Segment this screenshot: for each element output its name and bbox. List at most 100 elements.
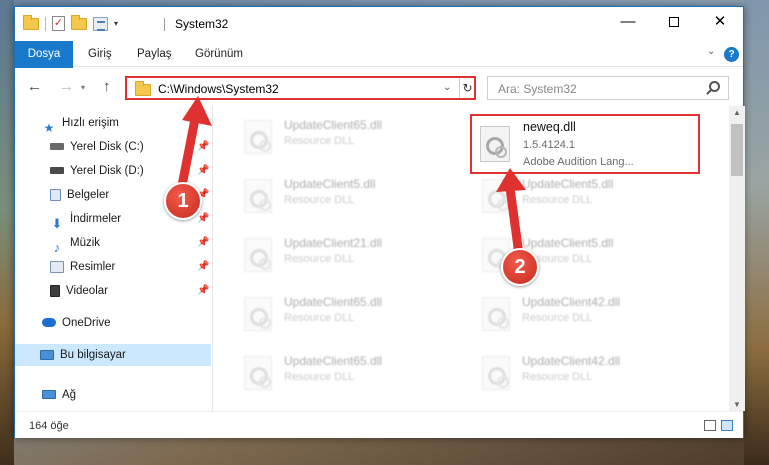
step-2-badge: 2 — [501, 248, 539, 286]
drive-icon — [50, 143, 64, 151]
list-item[interactable]: UpdateClient5.dll Resource DLL — [238, 171, 468, 223]
close-button[interactable]: ✕ — [697, 7, 743, 37]
sidebar-item-music[interactable]: ♪ Müzik — [50, 232, 101, 255]
navigation-pane: ★ Hızlı erişim Yerel Disk (C:) 📌 Yerel Di… — [15, 106, 213, 411]
dll-file-icon — [482, 356, 510, 390]
file-name: UpdateClient21.dll — [284, 236, 383, 250]
toolbar-dropdown-icon[interactable]: ▾ — [114, 19, 118, 28]
ribbon-expand-icon[interactable]: ⌄ — [707, 46, 715, 57]
details-view-icon[interactable] — [704, 420, 716, 431]
pictures-icon — [50, 260, 64, 273]
sidebar-item-onedrive[interactable]: OneDrive — [42, 312, 111, 334]
sidebar-item-label: Belgeler — [67, 189, 110, 201]
sidebar-item-local-disk-c[interactable]: Yerel Disk (C:) — [50, 136, 144, 158]
dll-file-icon — [482, 179, 510, 213]
desktop-background-right — [744, 0, 769, 465]
list-item[interactable]: UpdateClient5.dll Resource DLL — [476, 171, 706, 223]
sidebar-item-label: Bu bilgisayar — [60, 349, 126, 361]
navigation-bar: ← → ▾ ↑ C:\Windows\System32 ⌄ ↻ Ara: Sys… — [15, 68, 743, 106]
list-item[interactable]: UpdateClient65.dll Resource DLL — [238, 348, 468, 400]
recent-locations-icon[interactable]: ▾ — [81, 83, 85, 92]
sidebar-item-pictures[interactable]: Resimler — [50, 256, 115, 278]
music-icon: ♪ — [53, 239, 61, 255]
scroll-up-icon[interactable]: ▲ — [733, 108, 741, 117]
maximize-icon — [669, 17, 679, 28]
sidebar-item-local-disk-d[interactable]: Yerel Disk (D:) — [50, 160, 144, 182]
new-folder-icon[interactable] — [71, 14, 87, 30]
file-name: UpdateClient5.dll — [522, 177, 614, 191]
star-icon: ★ — [43, 120, 55, 135]
help-icon[interactable]: ? — [724, 47, 739, 62]
sidebar-item-label: Müzik — [70, 237, 101, 249]
list-item[interactable]: UpdateClient65.dll Resource DLL — [238, 289, 468, 341]
desktop-background-left — [0, 0, 14, 465]
pin-icon[interactable]: 📌 — [197, 213, 209, 224]
file-list: UpdateClient65.dll Resource DLL UpdateCl… — [214, 106, 729, 411]
address-path[interactable]: C:\Windows\System32 — [158, 82, 279, 96]
vertical-scrollbar[interactable]: ▲ ▼ — [729, 106, 745, 411]
tab-home[interactable]: Giriş — [88, 41, 112, 67]
list-item[interactable]: UpdateClient42.dll Resource DLL — [476, 289, 706, 341]
tiles-view-icon[interactable] — [721, 420, 733, 431]
step-1-badge: 1 — [164, 182, 202, 220]
file-name: UpdateClient65.dll — [284, 295, 383, 309]
back-button[interactable]: ← — [27, 78, 42, 95]
documents-icon — [50, 188, 61, 201]
properties-check-icon[interactable]: ✓ — [52, 16, 65, 31]
folder-icon[interactable] — [23, 14, 39, 30]
file-name: neweq.dll — [523, 120, 576, 134]
address-dropdown-icon[interactable]: ⌄ — [443, 82, 451, 93]
quick-access-toolbar: ✓ ▾ — [23, 14, 118, 31]
sidebar-item-videos[interactable]: Videolar — [50, 280, 108, 302]
sidebar-item-documents[interactable]: Belgeler — [50, 184, 109, 206]
toolbar-separator — [45, 16, 46, 31]
file-type: Resource DLL — [284, 312, 355, 324]
address-folder-icon — [135, 81, 151, 96]
sidebar-item-network[interactable]: Ağ — [42, 384, 76, 406]
search-icon[interactable] — [709, 81, 720, 92]
drive-icon — [50, 167, 64, 175]
file-name: UpdateClient5.dll — [284, 177, 376, 191]
status-bar: 164 öğe — [15, 411, 743, 438]
scroll-down-icon[interactable]: ▼ — [733, 400, 741, 409]
title-bar: ✓ ▾ System32 — ✕ — [15, 7, 743, 41]
list-item[interactable]: UpdateClient65.dll Resource DLL — [238, 112, 468, 164]
address-bar[interactable]: C:\Windows\System32 ⌄ ↻ — [125, 76, 476, 100]
pin-icon[interactable]: 📌 — [197, 141, 209, 152]
file-name: UpdateClient42.dll — [522, 354, 621, 368]
properties-icon[interactable] — [93, 16, 108, 31]
file-name: UpdateClient65.dll — [284, 354, 383, 368]
search-box[interactable]: Ara: System32 — [487, 76, 729, 100]
forward-button[interactable]: → — [59, 78, 74, 95]
tab-share[interactable]: Paylaş — [137, 41, 172, 67]
refresh-button[interactable]: ↻ — [459, 78, 475, 98]
sidebar-item-downloads[interactable]: ⬇ İndirmeler — [50, 208, 122, 231]
tab-view[interactable]: Görünüm — [195, 41, 243, 67]
file-type: Resource DLL — [284, 135, 355, 147]
up-button[interactable]: ↑ — [103, 78, 111, 95]
file-name: UpdateClient65.dll — [284, 118, 383, 132]
dll-file-icon — [244, 179, 272, 213]
sidebar-item-this-pc[interactable]: Bu bilgisayar — [15, 344, 211, 366]
file-description: Adobe Audition Lang... — [523, 156, 634, 168]
pin-icon[interactable]: 📌 — [197, 285, 209, 296]
maximize-button[interactable] — [651, 7, 697, 37]
list-item[interactable]: UpdateClient21.dll Resource DLL — [238, 230, 468, 282]
sidebar-item-label: Ağ — [62, 389, 77, 401]
dll-file-icon — [244, 120, 272, 154]
sidebar-item-label: İndirmeler — [70, 213, 122, 225]
sidebar-item-quick-access[interactable]: ★ Hızlı erişim — [42, 112, 119, 135]
highlighted-dll-file[interactable]: neweq.dll 1.5.4124.1 Adobe Audition Lang… — [470, 114, 700, 174]
explorer-window: ✓ ▾ System32 — ✕ Dosya Giriş Paylaş Görü… — [14, 6, 745, 438]
file-type: Resource DLL — [522, 312, 593, 324]
pin-icon[interactable]: 📌 — [197, 261, 209, 272]
pin-icon[interactable]: 📌 — [197, 165, 209, 176]
list-item[interactable]: UpdateClient42.dll Resource DLL — [476, 348, 706, 400]
minimize-button[interactable]: — — [605, 7, 651, 37]
window-title: System32 — [175, 17, 229, 31]
pin-icon[interactable]: 📌 — [197, 237, 209, 248]
search-placeholder[interactable]: Ara: System32 — [498, 82, 577, 96]
scrollbar-thumb[interactable] — [731, 124, 743, 176]
file-type: Resource DLL — [522, 371, 593, 383]
file-type: Resource DLL — [284, 194, 355, 206]
